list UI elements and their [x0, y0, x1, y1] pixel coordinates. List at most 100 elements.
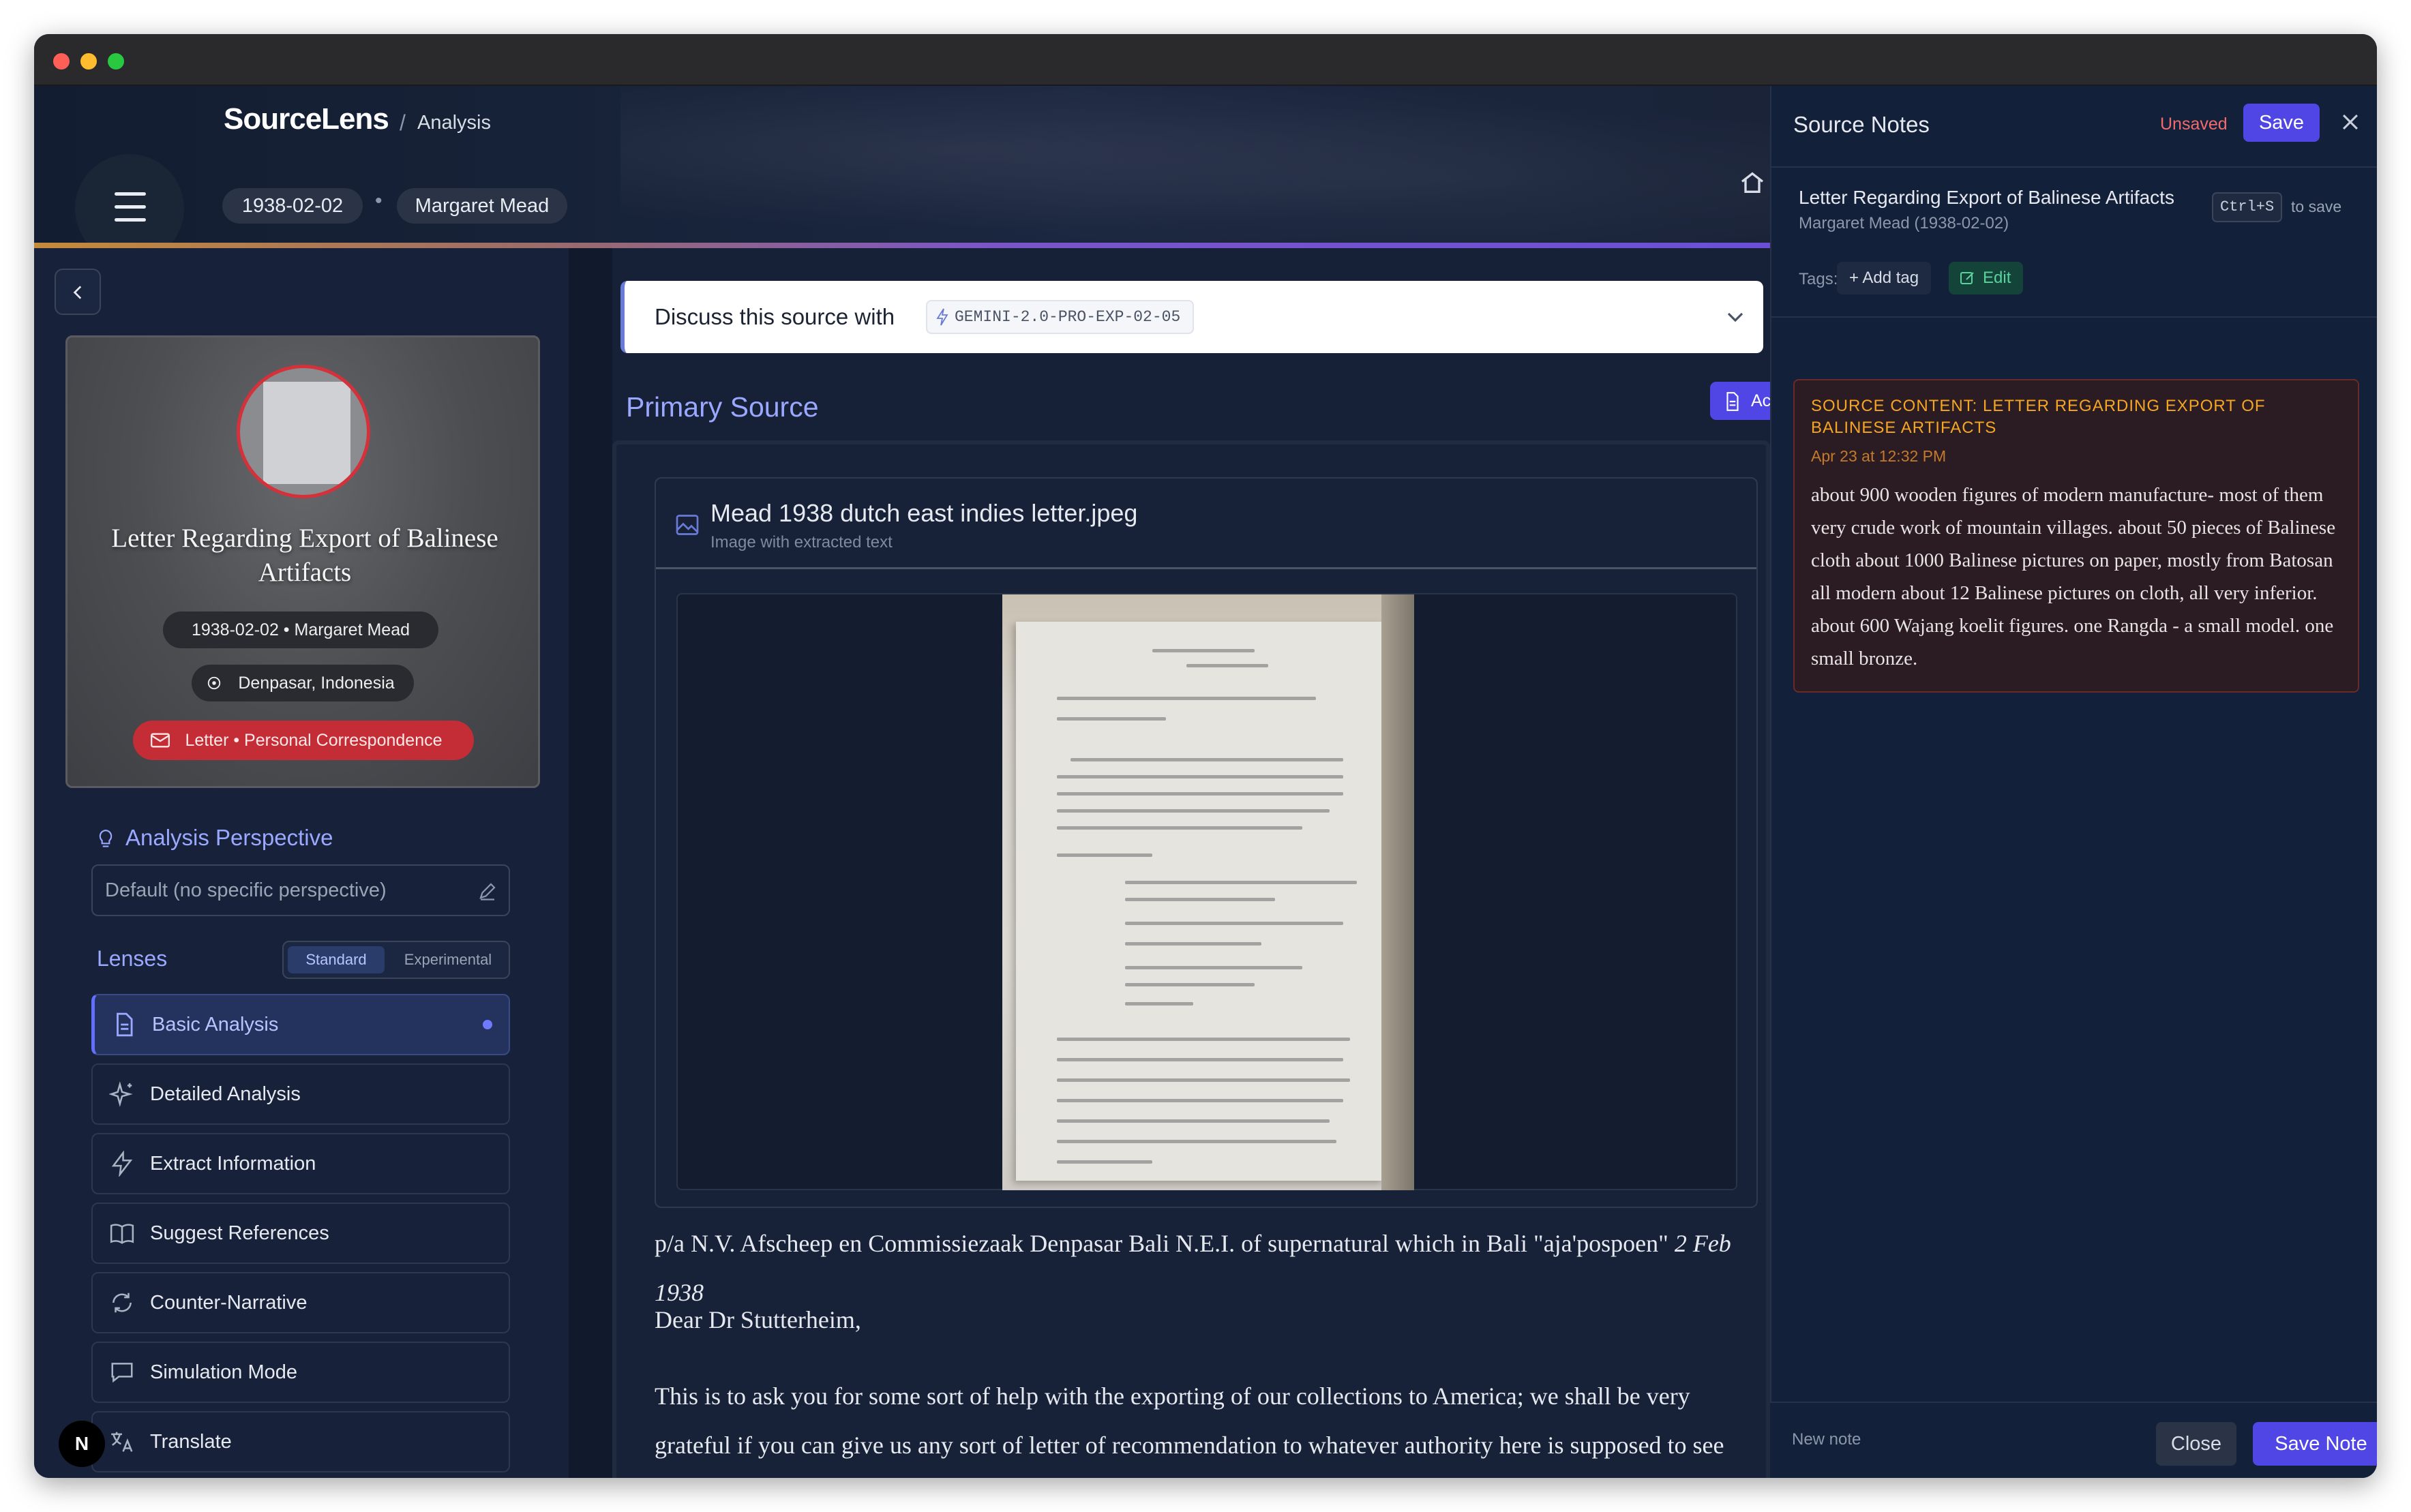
selected-indicator [483, 1020, 492, 1029]
discuss-bar[interactable]: Discuss this source with GEMINI-2.0-PRO-… [620, 281, 1763, 353]
source-thumbnail [237, 365, 370, 498]
mail-icon [151, 733, 170, 748]
perspective-title: Analysis Perspective [125, 825, 333, 850]
breadcrumb[interactable]: Analysis [417, 112, 491, 134]
transcript-salutation: Dear Dr Stutterheim, [655, 1306, 861, 1333]
source-type-label: Letter • Personal Correspondence [185, 731, 443, 750]
date-author-pill: 1938-02-02 • Margaret Mead [163, 611, 438, 648]
bolt-icon [936, 308, 948, 326]
save-note-button[interactable]: Save Note [2253, 1422, 2377, 1466]
lens-label: Counter-Narrative [150, 1292, 308, 1314]
lens-basic-analysis[interactable]: Basic Analysis [91, 994, 510, 1055]
sidebar-divider [569, 248, 612, 1478]
notes-panel: Source Notes Unsaved Save Letter Regardi… [1770, 86, 2377, 1478]
source-title: Letter Regarding Export of Balinese Arti… [111, 524, 498, 587]
minimize-window-button[interactable] [80, 53, 97, 70]
note-timestamp: Apr 23 at 12:32 PM [1811, 447, 1947, 465]
perspective-input[interactable]: Default (no specific perspective) [91, 864, 510, 916]
scanned-letter-image [1002, 594, 1414, 1190]
note-body: about 900 wooden figures of modern manuf… [1811, 484, 2336, 669]
image-icon [676, 515, 699, 535]
book-icon [110, 1224, 134, 1244]
file-name: Mead 1938 dutch east indies letter.jpeg [710, 499, 1138, 527]
location-pin-icon [207, 676, 221, 690]
sidebar: Letter Regarding Export of Balinese Arti… [34, 248, 569, 1478]
mode-standard-button[interactable]: Standard [288, 946, 385, 973]
refresh-icon [113, 1292, 132, 1313]
close-icon[interactable] [2339, 110, 2362, 134]
lens-extract-information[interactable]: Extract Information [91, 1133, 510, 1194]
location-pill: Denpasar, Indonesia [192, 665, 414, 701]
transcript-address: p/a N.V. Afscheep en Commissiezaak Denpa… [655, 1230, 1675, 1257]
chip-separator: • [375, 190, 383, 212]
new-note-input[interactable]: New note [1792, 1430, 1861, 1449]
sparkle-icon [109, 1081, 133, 1107]
date-chip: 1938-02-02 [222, 188, 363, 224]
lens-counter-narrative[interactable]: Counter-Narrative [91, 1272, 510, 1333]
lens-label: Suggest References [150, 1222, 329, 1244]
notes-header: Source Notes Unsaved Save [1771, 86, 2377, 168]
edit-label: Edit [1983, 269, 2011, 287]
document-icon [1726, 392, 1739, 411]
location-label: Denpasar, Indonesia [238, 674, 395, 693]
back-button[interactable] [55, 269, 101, 315]
lens-translate[interactable]: Translate [91, 1411, 510, 1472]
file-subtitle: Image with extracted text [710, 533, 893, 551]
lens-mode-toggle: Standard Experimental [282, 941, 510, 979]
user-badge[interactable]: N [59, 1421, 105, 1467]
source-card: Letter Regarding Export of Balinese Arti… [65, 335, 540, 788]
tags-label: Tags: [1799, 270, 1838, 288]
notes-source-title: Letter Regarding Export of Balinese Arti… [1799, 187, 2174, 208]
edit-icon [1960, 272, 1974, 284]
pencil-icon[interactable] [477, 881, 498, 901]
bolt-icon [111, 1151, 133, 1177]
title-bar [34, 34, 2377, 86]
close-button[interactable]: Close [2156, 1422, 2236, 1466]
save-button[interactable]: Save [2243, 104, 2320, 142]
unsaved-status: Unsaved [2160, 115, 2228, 134]
file-card: Mead 1938 dutch east indies letter.jpeg … [655, 477, 1758, 1208]
translate-icon [111, 1432, 133, 1452]
lens-suggest-references[interactable]: Suggest References [91, 1203, 510, 1264]
document-icon [117, 1012, 133, 1037]
model-name: GEMINI-2.0-PRO-EXP-02-05 [955, 308, 1181, 326]
home-icon[interactable] [1739, 169, 1766, 196]
note-heading: SOURCE CONTENT: LETTER REGARDING EXPORT … [1811, 397, 2266, 437]
notes-author-date: Margaret Mead (1938-02-02) [1799, 214, 2009, 232]
mode-experimental-button[interactable]: Experimental [390, 946, 506, 973]
notes-title: Source Notes [1793, 112, 1930, 137]
breadcrumb-separator: / [400, 110, 406, 135]
shortcut-hint: to save [2291, 198, 2342, 215]
source-type-pill: Letter • Personal Correspondence [133, 721, 474, 760]
edit-tags-button[interactable]: Edit [1949, 262, 2024, 294]
notes-meta: Letter Regarding Export of Balinese Arti… [1771, 168, 2377, 318]
close-window-button[interactable] [53, 53, 70, 70]
lens-label: Translate [150, 1431, 232, 1453]
app-title: SourceLens [224, 102, 389, 136]
chevron-down-icon[interactable] [1725, 307, 1746, 327]
perspective-value: Default (no specific perspective) [105, 879, 387, 901]
menu-button[interactable] [75, 154, 184, 243]
lens-label: Simulation Mode [150, 1361, 297, 1383]
actions-label: Actions [1751, 391, 1770, 410]
notes-footer-bar: New note Close Save Note [1770, 1402, 2377, 1478]
actions-button[interactable]: Actions [1710, 382, 1770, 420]
section-title: Primary Source [626, 391, 819, 423]
app-window: SourceLens / Analysis 1938-02-02 • Marga… [34, 34, 2377, 1478]
chat-icon [111, 1363, 133, 1383]
model-selector[interactable]: GEMINI-2.0-PRO-EXP-02-05 [926, 300, 1195, 334]
zoom-window-button[interactable] [108, 53, 124, 70]
image-preview[interactable] [676, 593, 1737, 1190]
lightbulb-icon [99, 830, 113, 847]
lenses-label: Lenses [97, 946, 168, 971]
shortcut-key: Ctrl+S [2212, 192, 2283, 222]
lens-label: Basic Analysis [152, 1014, 279, 1035]
chevron-left-icon [73, 286, 82, 299]
lens-detailed-analysis[interactable]: Detailed Analysis [91, 1063, 510, 1125]
note-card[interactable]: SOURCE CONTENT: LETTER REGARDING EXPORT … [1793, 379, 2359, 693]
lens-simulation-mode[interactable]: Simulation Mode [91, 1342, 510, 1403]
discuss-label: Discuss this source with [655, 304, 895, 329]
add-tag-button[interactable]: + Add tag [1837, 262, 1932, 294]
lens-label: Detailed Analysis [150, 1083, 301, 1105]
main-content: Discuss this source with GEMINI-2.0-PRO-… [612, 248, 1770, 1478]
